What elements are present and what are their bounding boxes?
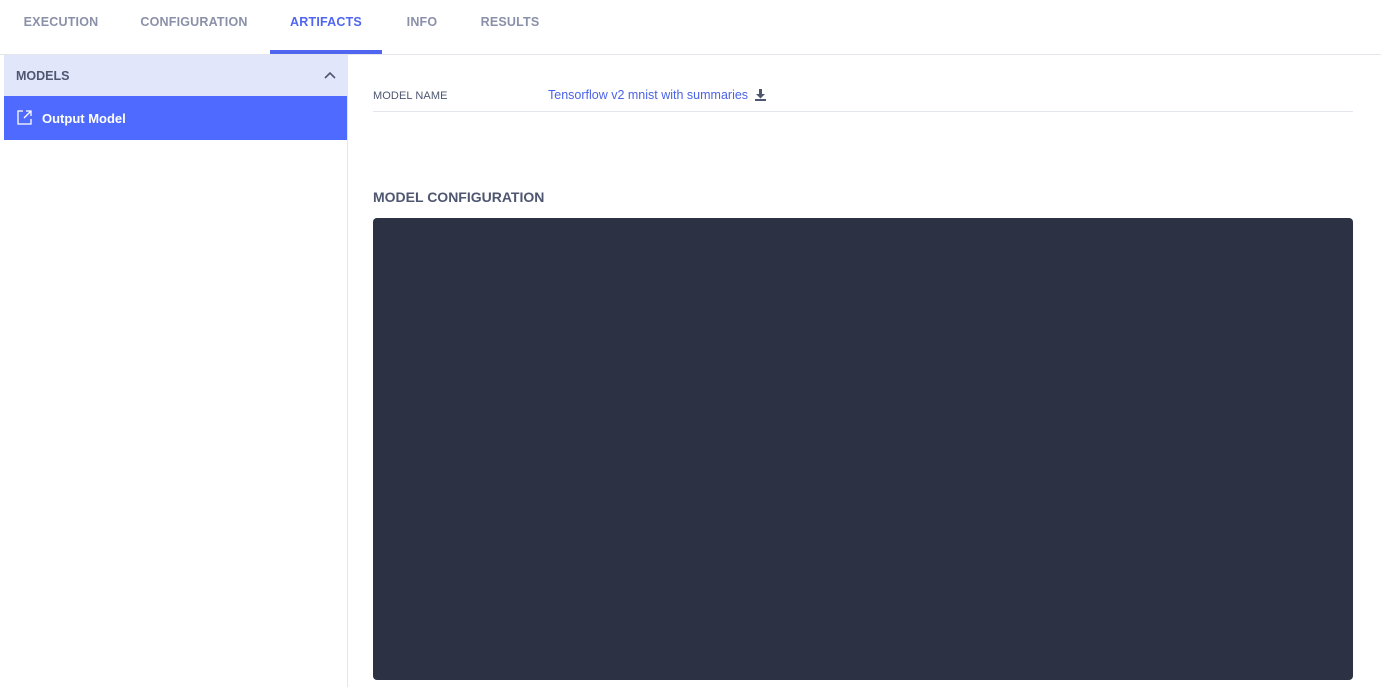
tab-results[interactable]: RESULTS <box>474 0 546 54</box>
model-details-panel: MODEL NAME Tensorflow v2 mnist with summ… <box>373 55 1353 687</box>
tab-info[interactable]: INFO <box>398 0 446 54</box>
model-name-label: MODEL NAME <box>373 90 448 102</box>
model-configuration-title: MODEL CONFIGURATION <box>373 189 545 205</box>
sidebar-item-output-model[interactable]: Output Model <box>4 96 347 140</box>
tab-artifacts[interactable]: ARTIFACTS <box>270 0 382 54</box>
external-link-icon <box>17 110 32 125</box>
tab-bar: EXECUTION CONFIGURATION ARTIFACTS INFO R… <box>0 0 1381 55</box>
download-icon[interactable] <box>754 88 767 102</box>
models-section-title: MODELS <box>16 69 70 83</box>
model-name-link[interactable]: Tensorflow v2 mnist with summaries <box>548 88 748 102</box>
tab-configuration[interactable]: CONFIGURATION <box>130 0 258 54</box>
tab-execution[interactable]: EXECUTION <box>10 0 112 54</box>
model-configuration-editor[interactable] <box>373 218 1353 680</box>
models-section-header[interactable]: MODELS <box>4 55 347 96</box>
active-tab-indicator <box>270 50 382 54</box>
model-name-row: MODEL NAME Tensorflow v2 mnist with summ… <box>373 81 1353 112</box>
chevron-up-icon[interactable] <box>323 70 337 80</box>
sidebar-item-label: Output Model <box>42 111 126 126</box>
artifacts-sidebar: MODELS Output Model <box>4 55 348 687</box>
